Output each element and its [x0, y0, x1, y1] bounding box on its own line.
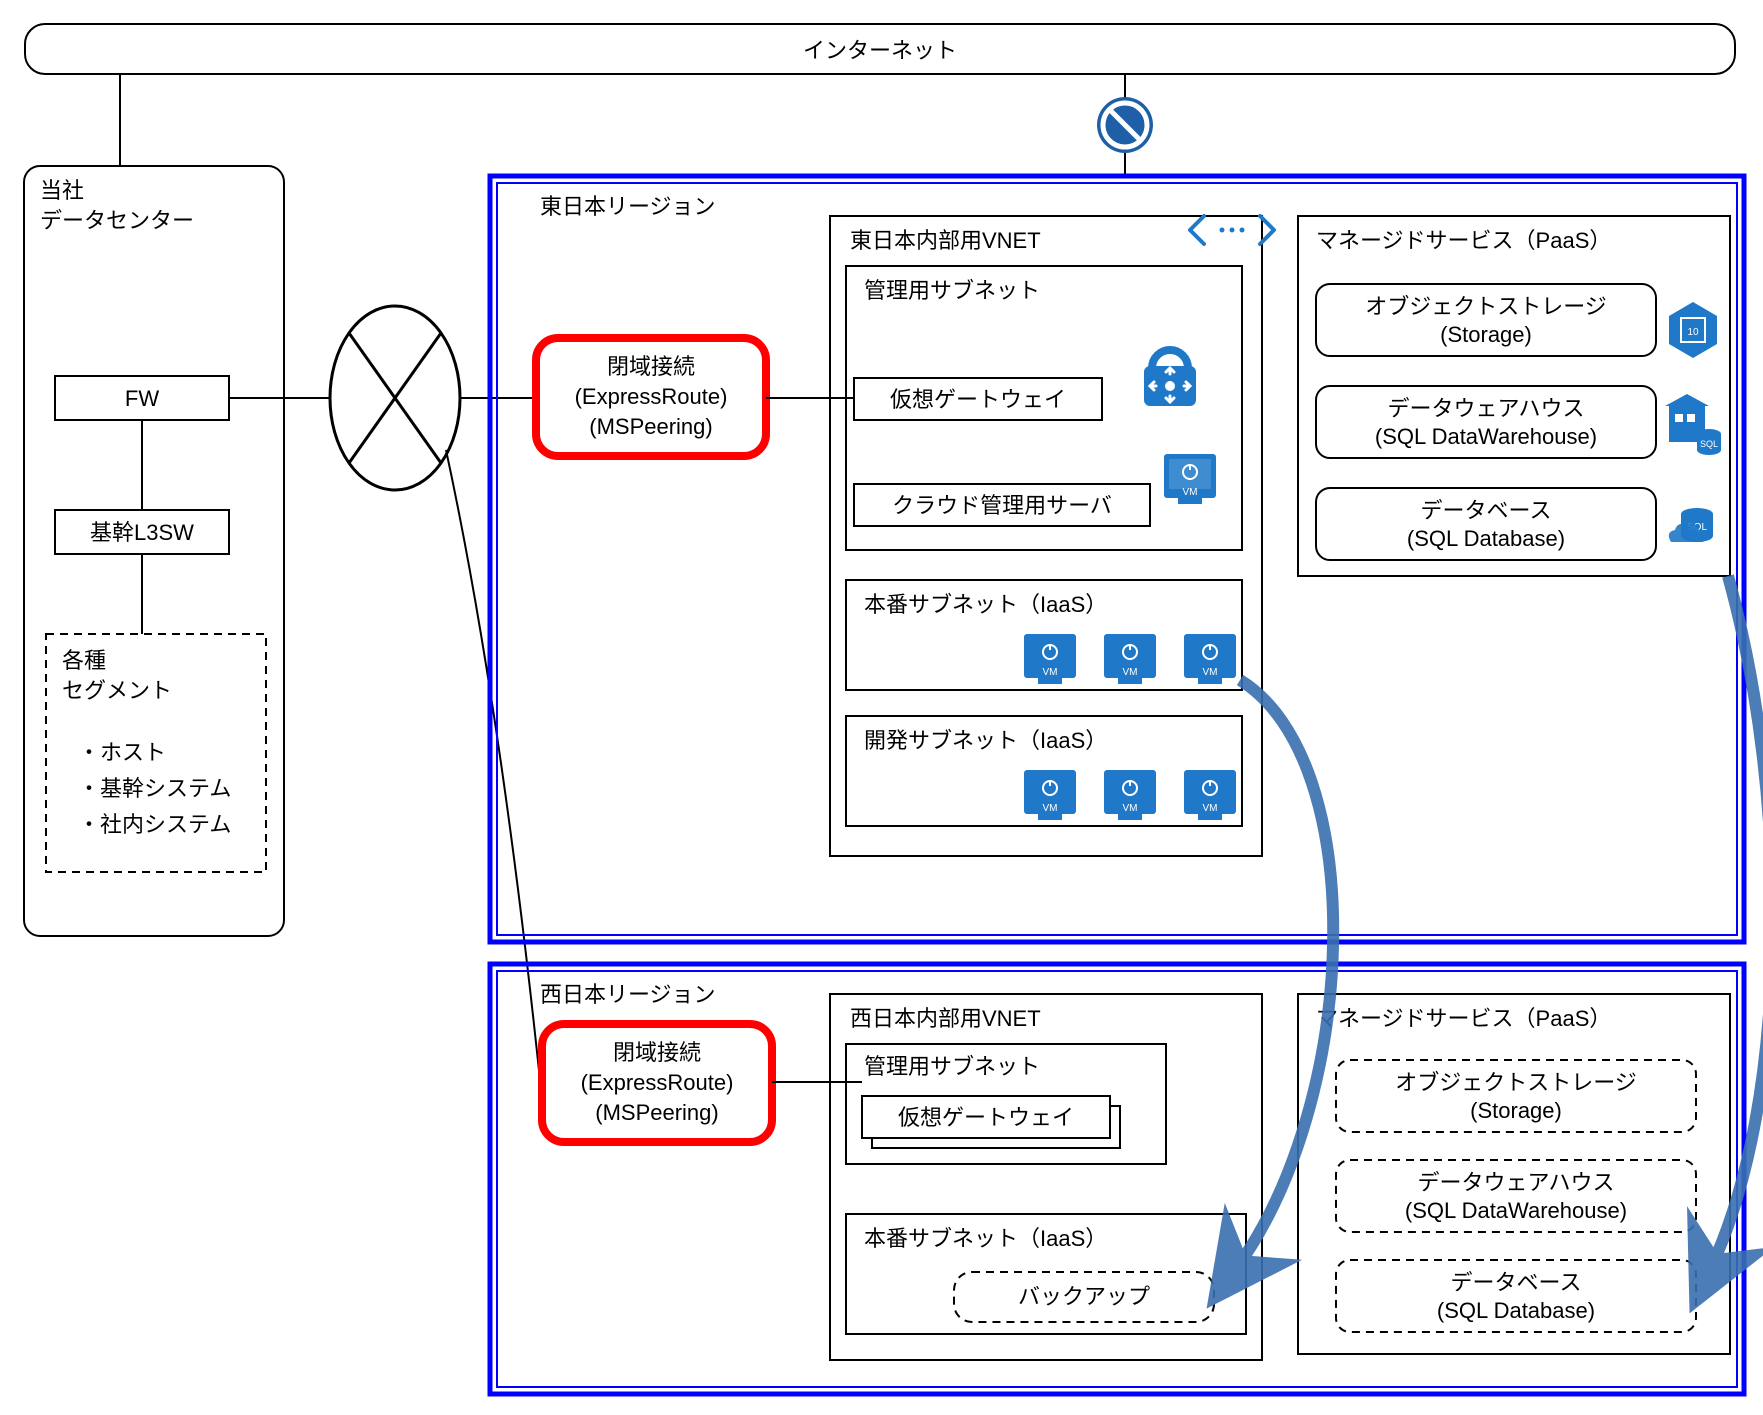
internet-label: インターネット — [803, 38, 957, 63]
west-db2: (SQL Database) — [1437, 1298, 1595, 1323]
l3sw-label: 基幹L3SW — [90, 520, 194, 545]
seg-item2: ・基幹システム — [78, 776, 231, 801]
seg-item3: ・社内システム — [78, 812, 231, 837]
vm-icon: VM — [1024, 770, 1076, 820]
east-er2: (ExpressRoute) — [575, 384, 728, 409]
east-mgmt-label: 管理用サブネット — [864, 278, 1040, 303]
vm-icon: VM — [1104, 770, 1156, 820]
datacenter-title2: データセンター — [40, 208, 194, 233]
west-er1: 閉域接続 — [613, 1040, 701, 1065]
fw-label: FW — [125, 386, 159, 411]
svg-text:VM: VM — [1123, 803, 1138, 814]
vm-icon: VM — [1164, 454, 1216, 504]
vm-icon: VM — [1024, 634, 1076, 684]
west-storage1: オブジェクトストレージ — [1395, 1070, 1637, 1095]
router-icon — [330, 306, 460, 490]
east-vnet-box — [830, 216, 1262, 856]
vm-icon: VM — [1184, 770, 1236, 820]
east-storage2: (Storage) — [1440, 322, 1532, 347]
west-backup-label: バックアップ — [1018, 1284, 1150, 1309]
svg-text:10: 10 — [1687, 327, 1699, 338]
east-dw1: データウェアハウス — [1387, 396, 1584, 421]
arrow-prod-to-backup — [1235, 680, 1333, 1270]
svg-text:VM: VM — [1043, 803, 1058, 814]
vm-icon: VM — [1104, 634, 1156, 684]
east-region-label: 東日本リージョン — [540, 194, 716, 219]
storage-icon: 10 — [1669, 302, 1717, 358]
west-db1: データベース — [1451, 1270, 1582, 1295]
east-paas-label: マネージドサービス（PaaS） — [1316, 228, 1611, 253]
datawarehouse-icon: SQL — [1665, 394, 1721, 455]
west-paas-label: マネージドサービス（PaaS） — [1316, 1006, 1611, 1031]
blocked-icon — [1097, 97, 1153, 153]
east-dw2: (SQL DataWarehouse) — [1375, 424, 1597, 449]
east-er1: 閉域接続 — [607, 354, 695, 379]
segments-title2: セグメント — [62, 678, 172, 703]
west-storage2: (Storage) — [1470, 1098, 1562, 1123]
database-icon: SQL — [1669, 508, 1713, 542]
east-db2: (SQL Database) — [1407, 526, 1565, 551]
west-dw2: (SQL DataWarehouse) — [1405, 1198, 1627, 1223]
east-prod-label: 本番サブネット（IaaS） — [864, 592, 1107, 617]
svg-text:SQL: SQL — [1700, 439, 1718, 449]
east-vgw-label: 仮想ゲートウェイ — [890, 387, 1066, 412]
segments-title1: 各種 — [62, 648, 106, 673]
svg-text:VM: VM — [1043, 667, 1058, 678]
east-db1: データベース — [1421, 498, 1552, 523]
west-er2: (ExpressRoute) — [581, 1070, 734, 1095]
svg-text:VM: VM — [1183, 487, 1198, 498]
west-mgmt-label: 管理用サブネット — [864, 1054, 1040, 1079]
seg-item1: ・ホスト — [78, 740, 166, 765]
east-cloudmgmt-label: クラウド管理用サーバ — [892, 493, 1112, 518]
west-vnet-label: 西日本内部用VNET — [850, 1006, 1041, 1031]
network-diagram: インターネット 当社 データセンター FW 基幹L3SW 各種 セグメント ・ホ… — [0, 0, 1763, 1415]
svg-text:VM: VM — [1203, 803, 1218, 814]
datacenter-title1: 当社 — [40, 178, 84, 203]
west-er3: (MSPeering) — [595, 1100, 718, 1125]
west-prod-label: 本番サブネット（IaaS） — [864, 1226, 1107, 1251]
west-vgw-label: 仮想ゲートウェイ — [898, 1105, 1074, 1130]
west-dw1: データウェアハウス — [1417, 1170, 1614, 1195]
east-vnet-label: 東日本内部用VNET — [850, 228, 1041, 253]
vm-icon: VM — [1184, 634, 1236, 684]
svg-text:VM: VM — [1123, 667, 1138, 678]
east-storage1: オブジェクトストレージ — [1365, 294, 1607, 319]
east-dev-label: 開発サブネット（IaaS） — [864, 728, 1107, 753]
west-region-label: 西日本リージョン — [540, 982, 716, 1007]
vpn-gateway-icon — [1144, 350, 1196, 406]
east-er3: (MSPeering) — [589, 414, 712, 439]
svg-text:VM: VM — [1203, 667, 1218, 678]
